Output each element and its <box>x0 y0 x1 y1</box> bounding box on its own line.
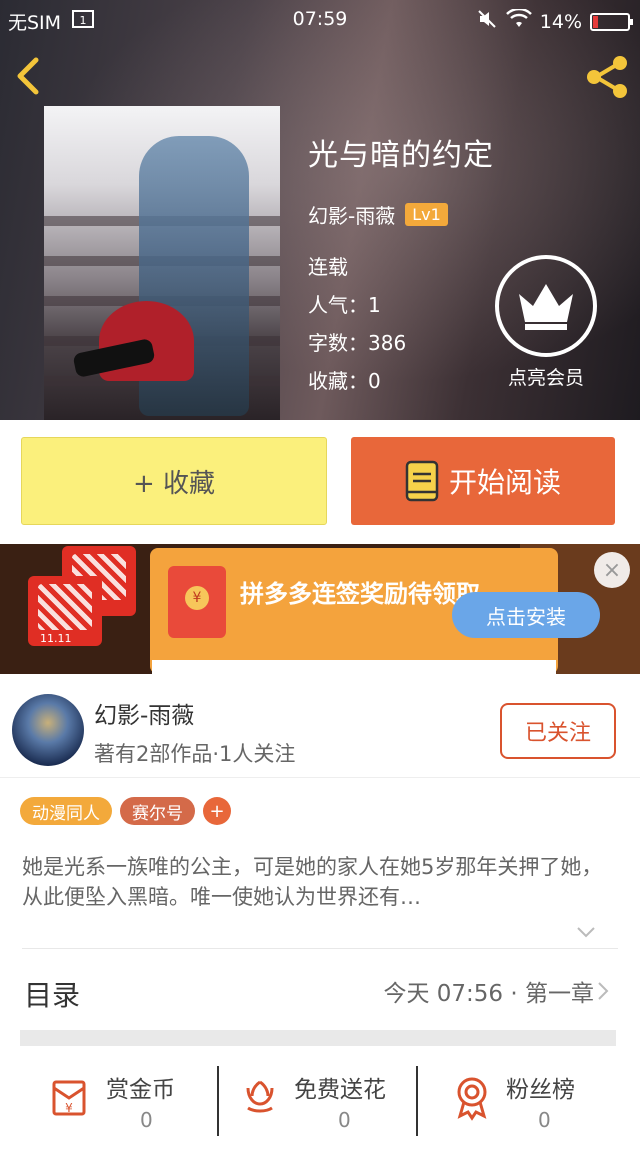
share-button[interactable] <box>582 52 632 102</box>
book-detail-page: 无SIM 1 07:59 14% 光与暗的约定 幻影-雨薇 Lv1 连载 人气：… <box>0 0 640 1149</box>
red-envelope-icon: ¥ <box>168 566 226 638</box>
flowers-label: 免费送花 <box>294 1077 386 1103</box>
battery-level <box>593 15 598 28</box>
battery-percent: 14% <box>539 10 582 33</box>
action-bar: + 收藏 开始阅读 <box>0 420 640 544</box>
share-icon <box>587 56 627 98</box>
add-favorite-button[interactable]: + 收藏 <box>21 437 327 525</box>
start-reading-label: 开始阅读 <box>448 466 561 499</box>
flowers-count: 0 <box>338 1108 351 1132</box>
divider <box>22 948 618 949</box>
popularity-stat: 人气：1 <box>308 293 381 317</box>
expand-chevron-down-icon[interactable] <box>574 922 598 942</box>
synopsis-text[interactable]: 她是光系一族唯的公主，可是她的家人在她5岁那年关押了她，从此便坠入黑暗。唯一使她… <box>22 852 620 912</box>
fans-count: 0 <box>538 1108 551 1132</box>
divider <box>217 1066 219 1136</box>
svg-text:¥: ¥ <box>65 1101 73 1115</box>
reward-label: 赏金币 <box>106 1077 175 1103</box>
envelope-seal: ¥ <box>185 586 209 610</box>
reward-count: 0 <box>140 1108 153 1132</box>
ad-banner[interactable]: 11.11 ¥ 拼多多连签奖励待领取 点击安装 × <box>0 544 640 674</box>
back-button[interactable] <box>8 52 52 100</box>
chevron-right-icon <box>596 980 610 1002</box>
ad-install-button[interactable]: 点击安装 <box>452 592 600 638</box>
book-info: 光与暗的约定 幻影-雨薇 Lv1 连载 人气：1 字数：386 收藏：0 <box>308 130 494 393</box>
wifi-icon <box>505 7 532 34</box>
section-separator <box>20 1030 616 1046</box>
author-section: 幻影-雨薇 著有2部作品·1人关注 已关注 <box>0 674 640 778</box>
battery-icon <box>590 12 633 31</box>
logo-tag: 11.11 <box>28 630 102 646</box>
ad-close-button[interactable]: × <box>594 552 630 588</box>
divider <box>416 1066 418 1136</box>
add-tag-button[interactable]: + <box>203 797 231 825</box>
book-cover-image[interactable] <box>44 106 280 420</box>
word-count-stat: 字数：386 <box>308 331 407 355</box>
favorites-stat: 收藏：0 <box>308 369 381 393</box>
tag-item[interactable]: 动漫同人 <box>20 797 112 825</box>
vip-button[interactable]: 点亮会员 <box>494 255 598 390</box>
follow-button[interactable]: 已关注 <box>500 703 616 759</box>
latest-chapter: 今天 07:56 · 第一章 <box>383 981 594 1007</box>
book-title: 光与暗的约定 <box>308 138 494 173</box>
toc-title: 目录 <box>24 979 81 1012</box>
author-name[interactable]: 幻影-雨薇 <box>94 696 194 730</box>
avatar[interactable] <box>12 694 84 766</box>
flower-icon <box>246 1080 274 1113</box>
start-reading-button[interactable]: 开始阅读 <box>351 437 615 525</box>
fan-ranking-button[interactable]: 粉丝榜 0 <box>450 1066 600 1136</box>
ribbon-medal-icon <box>457 1077 487 1121</box>
fans-label: 粉丝榜 <box>506 1077 575 1103</box>
status-right: 14% <box>476 7 633 35</box>
author-row: 幻影-雨薇 Lv1 <box>308 200 494 229</box>
tag-list: 动漫同人 赛尔号 + <box>20 797 231 825</box>
red-envelope-icon: ¥ <box>52 1080 86 1116</box>
author-link[interactable]: 幻影-雨薇 <box>308 200 395 229</box>
serial-status: 连载 <box>308 255 348 279</box>
tag-item[interactable]: 赛尔号 <box>120 797 195 825</box>
author-stats: 著有2部作品·1人关注 <box>94 742 296 766</box>
pinduoduo-logo-icon: 11.11 <box>28 576 102 646</box>
vip-label: 点亮会员 <box>507 367 584 389</box>
ad-text: 拼多多连签奖励待领取 <box>240 580 480 608</box>
bottom-bar: ¥ 赏金币 0 免费送花 0 粉丝榜 0 <box>0 1046 640 1149</box>
mute-icon <box>476 8 498 35</box>
table-of-contents-row[interactable]: 目录 今天 07:56 · 第一章 <box>0 950 640 1030</box>
level-badge: Lv1 <box>405 203 448 226</box>
crown-icon <box>495 255 597 357</box>
book-icon <box>405 460 439 502</box>
status-bar: 无SIM 1 07:59 14% <box>0 0 640 40</box>
send-flowers-button[interactable]: 免费送花 0 <box>238 1066 408 1136</box>
reward-coins-button[interactable]: ¥ 赏金币 0 <box>50 1066 210 1136</box>
